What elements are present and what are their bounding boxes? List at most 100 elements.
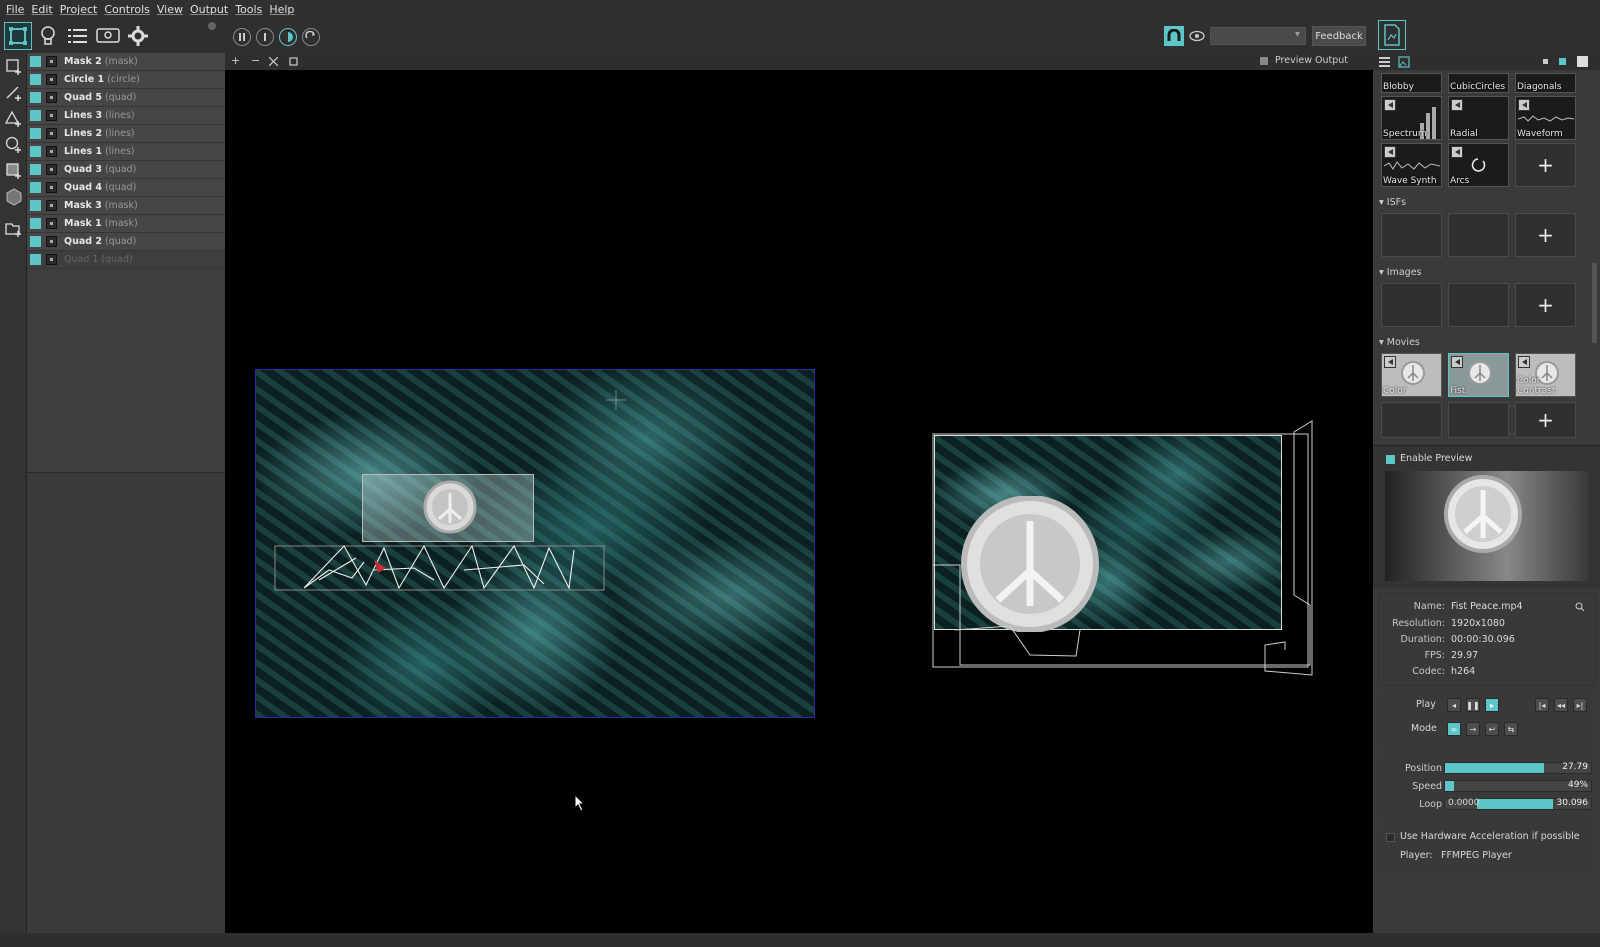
list-button[interactable] <box>64 22 92 50</box>
layer-visibility-checkbox[interactable] <box>30 128 41 139</box>
layer-lock-icon[interactable] <box>46 92 57 103</box>
layer-row[interactable]: Quad 3 (quad) <box>27 161 225 179</box>
layer-row[interactable]: Quad 4 (quad) <box>27 179 225 197</box>
position-slider[interactable]: 27.79 <box>1444 762 1592 774</box>
layer-visibility-checkbox[interactable] <box>30 164 41 175</box>
movie-slot[interactable] <box>1381 402 1442 438</box>
generator-blobby[interactable]: Blobby <box>1381 73 1442 93</box>
generator-spectrum[interactable]: Spectrum <box>1381 96 1442 140</box>
add-generator-button[interactable]: + <box>1515 143 1576 187</box>
mode-loop-button[interactable]: ∞ <box>1447 722 1461 736</box>
layer-row[interactable]: Mask 1 (mask) <box>27 215 225 233</box>
layer-row[interactable]: Quad 2 (quad) <box>27 233 225 251</box>
layer-visibility-checkbox[interactable] <box>30 146 41 157</box>
mapping-mode-button[interactable] <box>4 22 32 50</box>
layer-row[interactable]: Lines 2 (lines) <box>27 125 225 143</box>
layer-lock-icon[interactable] <box>46 128 57 139</box>
layer-lock-icon[interactable] <box>46 236 57 247</box>
layer-row[interactable]: Mask 2 (mask) <box>27 53 225 71</box>
menu-controls[interactable]: Controls <box>104 3 150 16</box>
layer-visibility-checkbox[interactable] <box>30 92 41 103</box>
pause-playback-button[interactable]: ❚❚ <box>1466 698 1480 712</box>
preview-output-checkbox[interactable] <box>1260 57 1268 65</box>
small-size-button[interactable] <box>1543 59 1548 64</box>
hw-accel-checkbox[interactable] <box>1386 833 1395 842</box>
menu-view[interactable]: View <box>157 3 183 16</box>
fit-icon[interactable] <box>269 57 278 66</box>
add-image-button[interactable]: + <box>1515 283 1576 327</box>
output-mask-outlines[interactable] <box>930 420 1316 678</box>
lines-mesh-shape[interactable] <box>274 540 606 595</box>
isf-slot[interactable] <box>1381 213 1442 257</box>
add-circle-icon[interactable] <box>5 136 23 154</box>
add-isf-button[interactable]: + <box>1515 213 1576 257</box>
layer-lock-icon[interactable] <box>46 254 57 265</box>
layer-visibility-checkbox[interactable] <box>30 254 41 265</box>
layer-visibility-checkbox[interactable] <box>30 236 41 247</box>
layer-visibility-checkbox[interactable] <box>30 110 41 121</box>
play-reverse-button[interactable]: ◂ <box>1447 698 1461 712</box>
layer-lock-icon[interactable] <box>46 164 57 175</box>
step-back-button[interactable]: ◂◂ <box>1554 698 1568 712</box>
image-slot[interactable] <box>1381 283 1442 327</box>
layer-lock-icon[interactable] <box>46 218 57 229</box>
large-size-button[interactable] <box>1577 56 1588 67</box>
menu-edit[interactable]: Edit <box>31 3 52 16</box>
generator-waveform[interactable]: Waveform <box>1515 96 1576 140</box>
menu-output[interactable]: Output <box>190 3 228 16</box>
mapping-canvas[interactable] <box>225 70 1373 933</box>
isf-slot[interactable] <box>1448 213 1509 257</box>
menu-file[interactable]: File <box>6 3 24 16</box>
rewind-start-button[interactable]: |◂ <box>1535 698 1549 712</box>
search-icon[interactable] <box>1575 602 1584 611</box>
layer-visibility-checkbox[interactable] <box>30 218 41 229</box>
speed-slider[interactable]: 49% <box>1444 780 1592 792</box>
generator-wave-synth[interactable]: Wave Synth <box>1381 143 1442 187</box>
image-slot[interactable] <box>1448 283 1509 327</box>
pause-button[interactable] <box>233 28 251 46</box>
generator-radial[interactable]: Radial <box>1448 96 1509 140</box>
layer-lock-icon[interactable] <box>46 74 57 85</box>
redo-button[interactable] <box>302 28 320 46</box>
list-view-icon[interactable] <box>1379 57 1390 67</box>
layer-lock-icon[interactable] <box>46 110 57 121</box>
layer-row[interactable]: Quad 5 (quad) <box>27 89 225 107</box>
settings-button[interactable] <box>124 22 152 50</box>
menu-help[interactable]: Help <box>269 3 294 16</box>
generator-cubiccircles[interactable]: CubicCircles <box>1448 73 1509 93</box>
loop-range-slider[interactable]: 0.0000 30.096 <box>1444 798 1592 810</box>
zoom-in-button[interactable]: + <box>231 54 240 67</box>
generator-diagonals[interactable]: Diagonals <box>1515 73 1576 93</box>
medium-size-button[interactable] <box>1559 58 1566 65</box>
add-triangle-icon[interactable] <box>5 110 23 128</box>
layer-lock-icon[interactable] <box>46 182 57 193</box>
layer-row[interactable]: Circle 1 (circle) <box>27 71 225 89</box>
play-forward-button[interactable]: ▸ <box>1485 698 1499 712</box>
layer-visibility-checkbox[interactable] <box>30 74 41 85</box>
frame-icon[interactable] <box>289 57 298 66</box>
layer-row[interactable]: Quad 1 (quad) <box>27 251 225 269</box>
input-texture-frame[interactable] <box>255 369 815 718</box>
layer-row[interactable]: Mask 3 (mask) <box>27 197 225 215</box>
mode-return-button[interactable]: ↩ <box>1485 722 1499 736</box>
movie-color[interactable]: Color <box>1381 353 1442 397</box>
lightbulb-button[interactable] <box>34 22 62 50</box>
movie-fist[interactable]: Fist <box>1448 353 1509 397</box>
layer-visibility-checkbox[interactable] <box>30 56 41 67</box>
add-3d-object-icon[interactable] <box>5 188 23 206</box>
layer-visibility-checkbox[interactable] <box>30 182 41 193</box>
menu-tools[interactable]: Tools <box>235 3 262 16</box>
quad-selection[interactable] <box>362 474 534 542</box>
add-mask-icon[interactable] <box>5 162 23 180</box>
magnet-button[interactable] <box>1164 26 1184 46</box>
layer-visibility-checkbox[interactable] <box>30 200 41 211</box>
layer-row[interactable]: Lines 1 (lines) <box>27 143 225 161</box>
output-button[interactable] <box>94 22 122 50</box>
stop-button[interactable] <box>256 28 274 46</box>
preset-dropdown[interactable] <box>1210 27 1306 45</box>
add-group-icon[interactable] <box>5 220 23 238</box>
layer-row[interactable]: Lines 3 (lines) <box>27 107 225 125</box>
enable-preview-checkbox[interactable] <box>1386 455 1395 464</box>
feedback-button[interactable]: Feedback <box>1312 26 1366 46</box>
sources-scrollbar[interactable] <box>1592 263 1597 343</box>
